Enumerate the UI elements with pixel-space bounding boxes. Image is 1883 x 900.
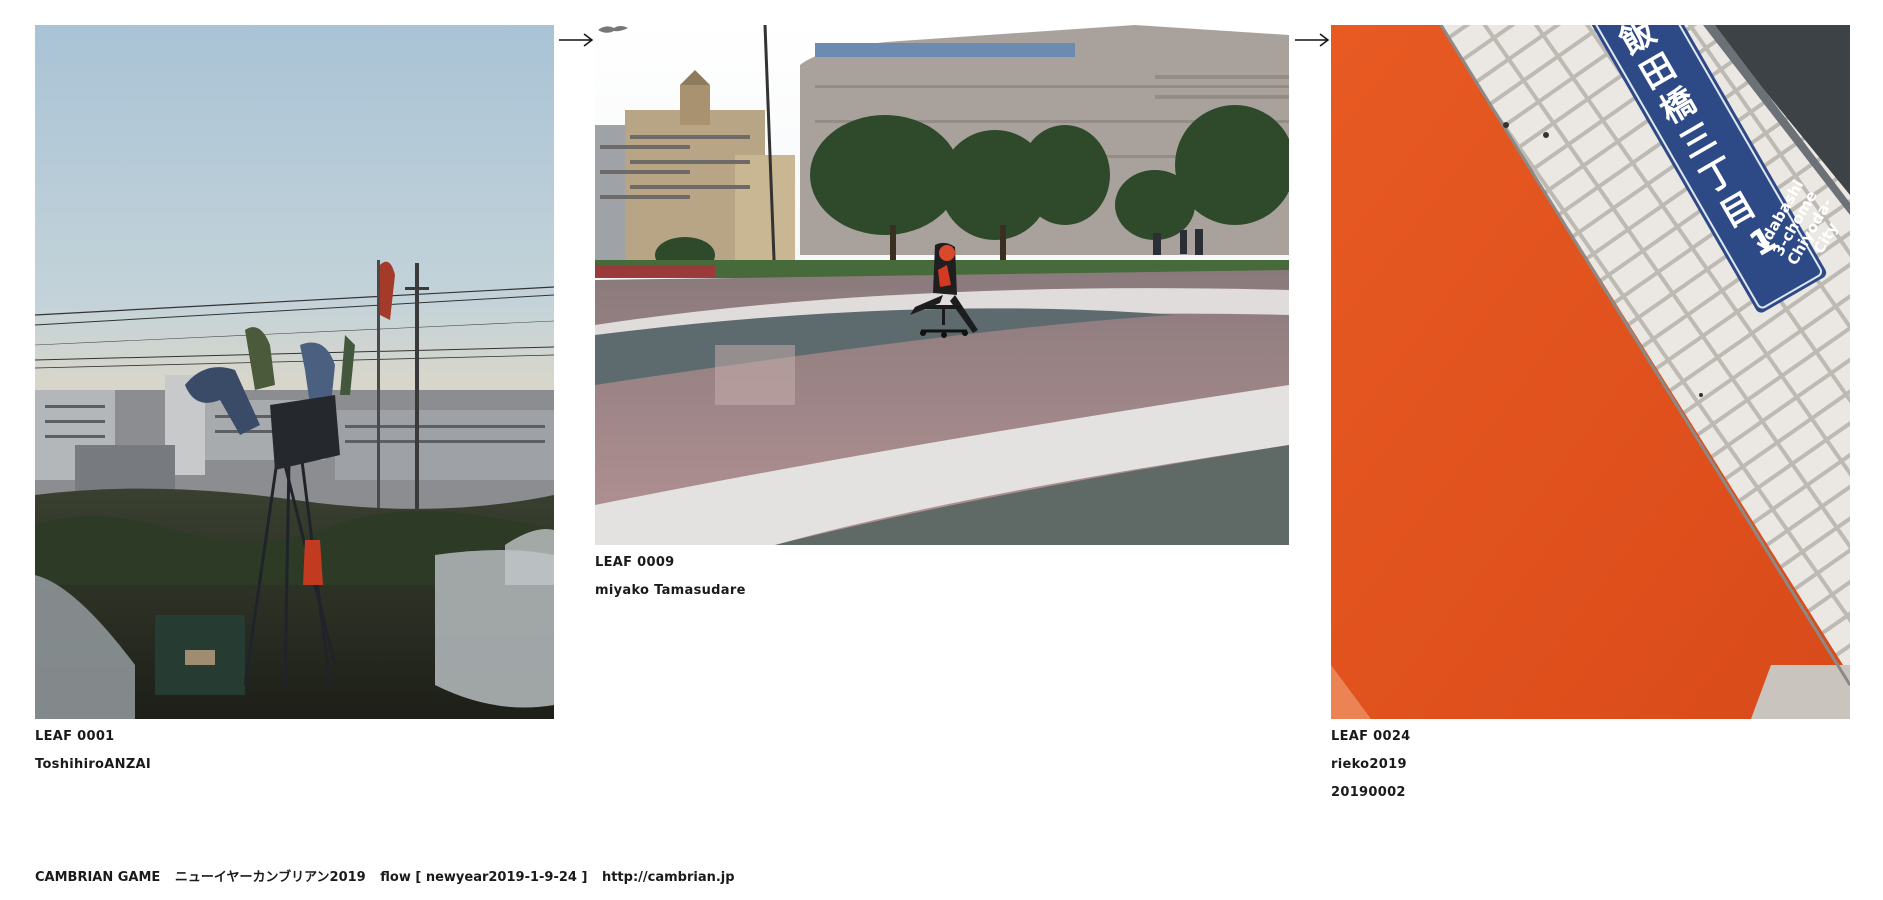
leaf-card-3[interactable]: 飯 田 橋 三 丁 目 1 Iidabashi 3-chome Chiyoda-…	[1331, 25, 1850, 815]
leaf-photo-3[interactable]: 飯 田 橋 三 丁 目 1 Iidabashi 3-chome Chiyoda-…	[1331, 25, 1850, 719]
plaza-office-chair-rider-photo	[595, 25, 1289, 545]
leaf-photo-2[interactable]	[595, 25, 1289, 545]
leaf-author[interactable]: rieko2019	[1331, 757, 1407, 773]
leaf-author[interactable]: ToshihiroANZAI	[35, 757, 151, 773]
footer-game-title: CAMBRIAN GAME	[35, 870, 161, 885]
footer-flow: flow [ newyear2019-1-9-24 ]	[380, 870, 588, 885]
leaf-photo-1[interactable]	[35, 25, 554, 719]
footer-url-link[interactable]: http://cambrian.jp	[602, 870, 735, 885]
footer: CAMBRIAN GAME ニューイヤーカンブリアン2019 flow [ ne…	[35, 866, 735, 885]
leaf-id: LEAF 0009	[595, 555, 675, 570]
bird-icon	[596, 22, 630, 38]
orange-wall-street-sign-photo: 飯 田 橋 三 丁 目 1 Iidabashi 3-chome Chiyoda-…	[1331, 25, 1850, 719]
leaf-card-1[interactable]: LEAF 0001 ToshihiroANZAI	[35, 25, 554, 785]
leaf-id: LEAF 0024	[1331, 729, 1411, 744]
leaf-author[interactable]: miyako Tamasudare	[595, 583, 746, 599]
right-arrow-icon	[558, 30, 594, 50]
right-arrow-icon	[1294, 30, 1330, 50]
leaf-code: 20190002	[1331, 785, 1406, 800]
leaf-id: LEAF 0001	[35, 729, 115, 744]
leaf-card-2[interactable]: LEAF 0009 miyako Tamasudare	[595, 25, 1289, 605]
garden-boots-sculpture-photo	[35, 25, 554, 719]
footer-subtitle: ニューイヤーカンブリアン2019	[174, 870, 366, 885]
